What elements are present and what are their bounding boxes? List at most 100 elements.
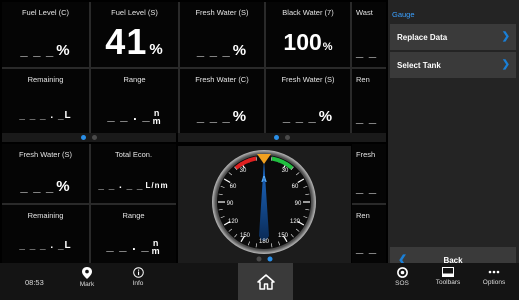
tile-value: 100%	[266, 29, 350, 56]
tile-title: Ren	[356, 211, 370, 220]
tile-fresh-water-s-2[interactable]: Fresh Water (S) _ _ _%	[266, 68, 350, 133]
tile-title: Fuel Level (S)	[111, 8, 158, 17]
gauge-tick-label: 120	[290, 219, 301, 225]
tile-total-econ[interactable]: Total Econ. _ _ . _ _ L/nm	[91, 144, 176, 203]
more-dots-icon	[488, 270, 500, 274]
gauge-pointer-label: A	[261, 175, 267, 184]
tile-fresh-partial[interactable]: Fresh _ _	[352, 144, 386, 203]
tile-value: 41%	[91, 21, 178, 63]
tile-remaining-2[interactable]: Remaining _ _ _ . _L	[2, 205, 89, 263]
tile-title: Total Econ.	[114, 150, 153, 159]
tile-title: Fresh Water (S)	[195, 8, 249, 17]
gauge-side-menu: Gauge Replace Data ❯ Select Tank ❯ ❮ Bac…	[388, 0, 519, 300]
tile-fuel-level-c[interactable]: Fuel Level (C) _ _ _%	[2, 2, 89, 67]
gauge-tick-label: 90	[295, 201, 302, 207]
mark-button[interactable]: Mark	[67, 267, 107, 288]
tile-value: _ _	[356, 110, 378, 125]
tile-fresh-water-c[interactable]: Fresh Water (C) _ _ _%	[180, 68, 264, 133]
home-icon	[256, 273, 275, 290]
toolbars-button[interactable]: Toolbars	[428, 267, 468, 286]
page-dot-active[interactable]	[267, 256, 273, 262]
tile-fresh-water-s[interactable]: Fresh Water (S) _ _ _%	[180, 2, 264, 67]
rudder-gauge: A 30 30 60 60 90 90 120 120 150 150 180	[212, 150, 316, 262]
tile-black-water-7[interactable]: Black Water (7) 100%	[266, 2, 350, 67]
gauge-tick-label: 180	[259, 239, 270, 245]
replace-data-button[interactable]: Replace Data ❯	[390, 24, 516, 50]
bottom-tile-grid: Fresh Water (S) _ _ _% Total Econ. _ _ .…	[2, 144, 176, 263]
tile-value: _ _	[356, 240, 378, 255]
tile-waste-partial[interactable]: Wast _ _	[352, 2, 386, 67]
tile-value: _ _ _%	[180, 108, 264, 125]
bottom-toolbar: 08:53 Mark Info SOS Toolbars Options	[0, 263, 519, 300]
rudder-gauge-panel[interactable]: A 30 30 60 60 90 90 120 120 150 150 180	[178, 146, 351, 263]
tile-fuel-level-s[interactable]: Fuel Level (S) 41%	[91, 2, 178, 67]
home-button[interactable]	[238, 263, 293, 300]
tile-value-text: _ _ . _	[107, 108, 151, 124]
page-dot[interactable]	[256, 256, 262, 262]
tile-unit: nm	[153, 109, 162, 126]
gauge-tick-label: 60	[292, 184, 299, 190]
tile-value: _ _ _ . _L	[19, 240, 72, 251]
tile-value: _ _ _%	[2, 178, 89, 195]
options-label: Options	[482, 279, 506, 286]
page-dot-active[interactable]	[81, 135, 86, 140]
tile-value: _ _ _ . _L	[19, 110, 72, 121]
unit-top: L	[145, 180, 152, 190]
tile-unit: %	[56, 178, 71, 195]
tile-title: Wast	[356, 8, 373, 17]
tile-value-text: _ _ . _ _	[98, 180, 144, 191]
tile-value-text: _ _ _	[196, 42, 231, 58]
tile-value: _ _ . _ _ L/nm	[91, 180, 176, 191]
map-pin-icon	[82, 267, 92, 279]
tile-title: Remaining	[27, 211, 64, 220]
tile-title: Range	[122, 211, 145, 220]
bottom-right-partial-grid: Fresh _ _ Ren _ _	[352, 144, 386, 263]
unit-bottom: m	[151, 246, 161, 256]
select-tank-button[interactable]: Select Tank ❯	[390, 52, 516, 78]
tile-unit: nm	[151, 239, 161, 256]
tile-value: _ _ . _ n m	[91, 238, 176, 255]
tile-range[interactable]: Range _ _ . _ n m	[91, 68, 178, 133]
page-dot[interactable]	[92, 135, 97, 140]
tile-unit: %	[322, 40, 333, 53]
tile-fresh-water-s-3[interactable]: Fresh Water (S) _ _ _%	[2, 144, 89, 203]
lifebuoy-icon	[396, 267, 408, 278]
menu-header: Gauge	[392, 10, 415, 19]
tile-remaining[interactable]: Remaining _ _ _ . _L	[2, 68, 89, 133]
page-dot[interactable]	[285, 135, 290, 140]
tile-ren-partial[interactable]: Ren _ _	[352, 205, 386, 263]
tile-value: _ _ _%	[180, 42, 264, 59]
page-dot-active[interactable]	[274, 135, 279, 140]
menu-item-label: Select Tank	[397, 60, 441, 70]
tile-unit: %	[56, 41, 71, 59]
options-button[interactable]: Options	[474, 267, 514, 286]
tile-value: _ _ . _ n m	[91, 108, 178, 125]
top-left-page-dots	[2, 133, 176, 142]
tile-value-text: 100	[283, 28, 322, 55]
tile-title: Fresh	[356, 150, 376, 159]
gauge-tick-label: 150	[240, 233, 251, 239]
gauge-tick-label: 150	[278, 233, 289, 239]
tile-value-text: _ _ _	[196, 109, 231, 124]
clock-time: 08:53	[25, 278, 44, 287]
top-tile-grid: Fuel Level (C) _ _ _% Fuel Level (S) 41%…	[2, 2, 386, 133]
tile-title: Fuel Level (C)	[21, 8, 70, 17]
tile-unit: %	[232, 41, 248, 59]
menu-item-label: Replace Data	[397, 32, 448, 42]
tile-range-2[interactable]: Range _ _ . _ n m	[91, 205, 176, 263]
info-label: Info	[132, 280, 144, 287]
sos-label: SOS	[395, 280, 409, 287]
tile-unit: %	[149, 40, 164, 58]
chevron-right-icon: ❯	[501, 31, 510, 42]
sos-button[interactable]: SOS	[382, 267, 422, 287]
gauge-tick-label: 60	[230, 184, 237, 190]
unit-bottom: nm	[154, 180, 169, 190]
tile-value-text: _ _ _	[20, 179, 55, 194]
toolbars-icon	[442, 267, 454, 277]
tile-title: Fresh Water (C)	[195, 74, 249, 84]
tile-remaining-partial[interactable]: Ren _ _	[352, 68, 386, 133]
info-button[interactable]: Info	[118, 267, 158, 287]
tile-value: _ _	[356, 180, 378, 195]
gauge-tick-label: 30	[240, 168, 247, 174]
tile-unit: L/nm	[145, 180, 169, 190]
